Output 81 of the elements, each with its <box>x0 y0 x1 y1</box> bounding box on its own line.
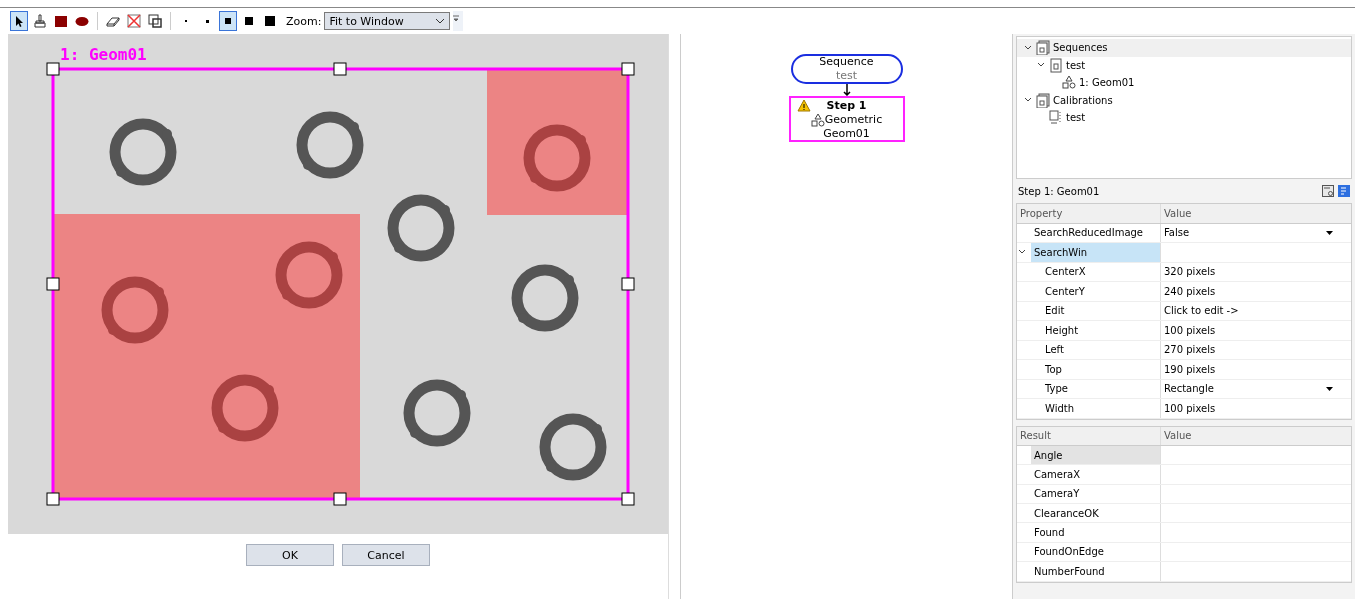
resize-handle[interactable] <box>46 277 60 291</box>
ok-button[interactable]: OK <box>246 544 334 566</box>
dropdown-arrow-icon <box>1326 386 1333 391</box>
zoom-label: Zoom: <box>286 14 322 28</box>
document-icon <box>1049 57 1063 73</box>
property-value[interactable]: Click to edit -> <box>1164 305 1239 317</box>
result-name[interactable]: CameraX <box>1031 465 1161 484</box>
tool-button[interactable] <box>146 11 164 31</box>
folder-icon <box>1036 92 1050 108</box>
property-value[interactable]: Rectangle <box>1164 383 1214 395</box>
property-value[interactable]: 100 pixels <box>1164 402 1216 414</box>
property-name[interactable]: SearchWin <box>1031 243 1161 262</box>
chevron-icon[interactable] <box>1037 62 1045 69</box>
resize-handle[interactable] <box>46 62 60 76</box>
brush-icon <box>32 13 48 29</box>
result-name[interactable]: FoundOnEdge <box>1031 542 1161 562</box>
tree-item[interactable]: Calibrations <box>1053 94 1113 106</box>
tree-item[interactable]: 1: Geom01 <box>1079 77 1135 89</box>
calibration-icon <box>1049 110 1063 126</box>
result-name[interactable]: ClearanceOK <box>1031 504 1161 523</box>
property-value[interactable]: 240 pixels <box>1164 285 1216 297</box>
column-header: Value <box>1163 430 1193 442</box>
node-name: test <box>835 69 858 83</box>
property-name[interactable]: SearchReducedImage <box>1031 223 1161 242</box>
step-node[interactable]: Step 1 Geometric Geom01 <box>788 96 905 142</box>
column-header: Property <box>1017 204 1161 223</box>
node-title: Sequence <box>819 55 874 69</box>
chevron-icon[interactable] <box>1024 97 1032 104</box>
shapes-icon <box>810 113 825 127</box>
property-name[interactable]: Height <box>1031 321 1161 340</box>
shapes-icon <box>1062 75 1076 91</box>
property-name[interactable]: Width <box>1031 399 1161 418</box>
step-title: Step 1 <box>826 99 867 113</box>
step-type: Geometric <box>824 113 883 127</box>
resize-handle[interactable] <box>46 492 60 506</box>
cancel-button[interactable]: Cancel <box>342 544 430 566</box>
panel-title: Step 1: Geom01 <box>1018 185 1100 197</box>
result-name[interactable]: Found <box>1031 523 1161 542</box>
step-name: Geom01 <box>823 127 870 141</box>
property-name[interactable]: Top <box>1031 360 1161 379</box>
result-name[interactable]: CameraY <box>1031 484 1161 503</box>
property-value[interactable]: 190 pixels <box>1164 363 1216 375</box>
property-name[interactable]: Type <box>1031 379 1161 398</box>
square-icon <box>53 13 69 29</box>
overflow-grip[interactable] <box>453 11 464 31</box>
tree-item[interactable]: Sequences <box>1053 42 1108 54</box>
resize-handle[interactable] <box>333 492 347 506</box>
tool-button[interactable] <box>219 11 237 31</box>
square-icon <box>262 13 278 29</box>
zoom-dropdown[interactable]: Fit to Window <box>324 12 451 30</box>
folder-icon <box>1036 40 1050 56</box>
column-header: Result <box>1017 426 1161 445</box>
cross-out-icon <box>126 13 142 29</box>
property-name[interactable]: CenterY <box>1031 282 1161 301</box>
sequence-node[interactable]: Sequence test <box>790 54 903 84</box>
resize-handle[interactable] <box>621 277 635 291</box>
tool-button[interactable] <box>10 11 28 31</box>
window-label: 1: Geom01 <box>60 45 147 64</box>
property-name[interactable]: Edit <box>1031 301 1161 320</box>
property-name[interactable]: CenterX <box>1031 262 1161 281</box>
resize-handle[interactable] <box>621 492 635 506</box>
property-value[interactable]: False <box>1164 227 1190 239</box>
resize-handle[interactable] <box>333 62 347 76</box>
chevron-down-icon <box>435 18 446 24</box>
property-value[interactable]: 100 pixels <box>1164 324 1216 336</box>
grip-icon <box>453 15 460 21</box>
tree-item[interactable]: test <box>1066 112 1086 124</box>
dropdown-arrow-icon <box>1326 230 1333 235</box>
window-icon <box>1322 185 1334 197</box>
property-value[interactable]: 320 pixels <box>1164 266 1216 278</box>
chevron-icon[interactable] <box>1018 249 1026 256</box>
arrow-down-icon <box>842 84 851 96</box>
result-name[interactable]: NumberFound <box>1031 562 1161 581</box>
list-icon <box>1338 185 1350 197</box>
tree-item[interactable]: test <box>1066 59 1086 71</box>
property-name[interactable]: Left <box>1031 340 1161 359</box>
overlap-squares-icon <box>147 13 163 29</box>
property-value[interactable]: 270 pixels <box>1164 344 1216 356</box>
chevron-icon[interactable] <box>1024 44 1032 51</box>
resize-handle[interactable] <box>621 62 635 76</box>
column-header: Value <box>1163 207 1193 219</box>
